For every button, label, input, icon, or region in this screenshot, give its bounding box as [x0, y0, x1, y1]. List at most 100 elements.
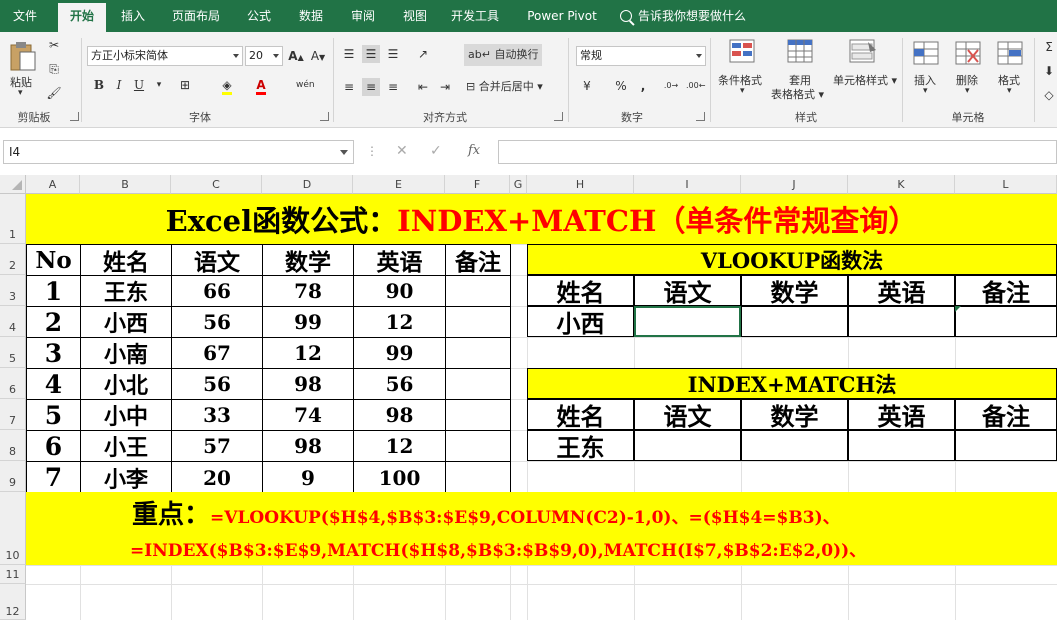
- lookup-header-cell[interactable]: 姓名: [527, 399, 634, 430]
- delete-cells-icon[interactable]: [954, 40, 982, 66]
- lookup-name-cell[interactable]: 王东: [527, 430, 634, 461]
- tab-home[interactable]: 开始: [58, 3, 106, 32]
- lookup-result-cell[interactable]: [848, 430, 955, 461]
- table-cell[interactable]: 67: [172, 338, 263, 369]
- column-header-i[interactable]: I: [634, 175, 741, 194]
- align-center-icon[interactable]: ≡: [362, 78, 380, 96]
- tab-view[interactable]: 视图: [394, 0, 436, 32]
- lookup-result-cell[interactable]: [741, 306, 848, 337]
- borders-icon[interactable]: ⊞: [176, 76, 194, 94]
- table-cell[interactable]: 98: [263, 431, 354, 462]
- table-cell[interactable]: [446, 307, 510, 338]
- table-cell[interactable]: 12: [263, 338, 354, 369]
- lookup-header-cell[interactable]: 英语: [848, 399, 955, 430]
- name-box[interactable]: I4: [3, 140, 354, 164]
- column-header-f[interactable]: F: [445, 175, 510, 194]
- cut-icon[interactable]: ✂: [45, 36, 63, 54]
- tab-developer[interactable]: 开发工具: [444, 0, 506, 32]
- format-cells-icon[interactable]: [996, 40, 1024, 66]
- tab-power-pivot[interactable]: Power Pivot: [520, 0, 604, 32]
- decrease-decimal-icon[interactable]: .00←: [686, 77, 705, 95]
- format-as-table-label-2[interactable]: 表格格式 ▾: [771, 86, 824, 102]
- tab-review[interactable]: 审阅: [342, 0, 384, 32]
- table-header-cell[interactable]: 姓名: [81, 245, 172, 276]
- tab-file[interactable]: 文件: [0, 0, 50, 32]
- decrease-font-icon[interactable]: A▼: [309, 47, 327, 65]
- table-cell[interactable]: 12: [354, 431, 446, 462]
- increase-decimal-icon[interactable]: .0→: [662, 77, 680, 95]
- table-header-cell[interactable]: 语文: [172, 245, 263, 276]
- lookup-header-cell[interactable]: 备注: [955, 399, 1057, 430]
- row-header-1[interactable]: 1: [0, 194, 26, 244]
- row-header-2[interactable]: 2: [0, 244, 26, 275]
- table-cell[interactable]: [446, 338, 510, 369]
- table-header-cell[interactable]: 备注: [446, 245, 510, 276]
- orientation-icon[interactable]: ↗: [414, 45, 432, 63]
- autosum-icon[interactable]: Σ: [1040, 38, 1057, 56]
- table-cell[interactable]: 33: [172, 400, 263, 431]
- comma-button[interactable]: ,: [634, 77, 652, 95]
- chevron-down-icon[interactable]: ▾: [740, 86, 745, 96]
- chevron-down-icon[interactable]: ▾: [1007, 86, 1012, 96]
- table-cell[interactable]: 小西: [81, 307, 172, 338]
- cancel-icon[interactable]: ✕: [396, 143, 408, 159]
- lookup-header-cell[interactable]: 备注: [955, 275, 1057, 306]
- lookup-result-cell[interactable]: [634, 430, 741, 461]
- format-as-table-icon[interactable]: [786, 38, 816, 66]
- copy-icon[interactable]: ⎘: [45, 60, 63, 78]
- table-cell[interactable]: 小李: [81, 462, 172, 493]
- table-cell[interactable]: 98: [263, 369, 354, 400]
- lookup-result-cell[interactable]: [955, 430, 1057, 461]
- column-header-k[interactable]: K: [848, 175, 955, 194]
- table-cell[interactable]: [446, 276, 510, 307]
- number-format-select[interactable]: 常规: [576, 46, 706, 66]
- tab-insert[interactable]: 插入: [112, 0, 154, 32]
- column-header-g[interactable]: G: [510, 175, 527, 194]
- fill-icon[interactable]: ⬇: [1040, 62, 1057, 80]
- number-launcher-icon[interactable]: [696, 112, 705, 121]
- lookup-header-cell[interactable]: 姓名: [527, 275, 634, 306]
- table-cell[interactable]: 9: [263, 462, 354, 493]
- insert-function-button[interactable]: fx: [468, 143, 480, 158]
- merge-center-button[interactable]: ⊟ 合并后居中 ▾: [466, 78, 543, 96]
- table-cell[interactable]: [446, 400, 510, 431]
- row-header-3[interactable]: 3: [0, 275, 26, 306]
- table-cell[interactable]: 6: [27, 431, 81, 462]
- table-cell[interactable]: 5: [27, 400, 81, 431]
- table-header-cell[interactable]: No: [27, 245, 81, 276]
- table-cell[interactable]: 1: [27, 276, 81, 307]
- cell-styles-icon[interactable]: [848, 38, 878, 66]
- underline-button[interactable]: U: [130, 76, 148, 94]
- table-cell[interactable]: [446, 462, 510, 493]
- currency-icon[interactable]: ¥: [578, 77, 596, 95]
- tab-page-layout[interactable]: 页面布局: [164, 0, 228, 32]
- enter-icon[interactable]: ✓: [430, 143, 442, 159]
- select-all-button[interactable]: [0, 175, 26, 194]
- clear-icon[interactable]: ◇: [1040, 86, 1057, 104]
- align-right-icon[interactable]: ≡: [384, 78, 402, 96]
- paste-icon[interactable]: [8, 40, 38, 72]
- table-cell[interactable]: 74: [263, 400, 354, 431]
- table-header-cell[interactable]: 英语: [354, 245, 446, 276]
- italic-button[interactable]: I: [110, 76, 128, 94]
- column-header-a[interactable]: A: [26, 175, 80, 194]
- lookup-header-cell[interactable]: 数学: [741, 275, 848, 306]
- underline-dropdown-icon[interactable]: ▾: [150, 76, 168, 94]
- font-launcher-icon[interactable]: [320, 112, 329, 121]
- column-header-e[interactable]: E: [353, 175, 445, 194]
- clipboard-launcher-icon[interactable]: [70, 112, 79, 121]
- align-top-icon[interactable]: ☰: [340, 45, 358, 63]
- table-cell[interactable]: 20: [172, 462, 263, 493]
- align-bottom-icon[interactable]: ☰: [384, 45, 402, 63]
- chevron-down-icon[interactable]: ▾: [923, 86, 928, 96]
- chevron-down-icon[interactable]: ▾: [965, 86, 970, 96]
- percent-button[interactable]: %: [612, 77, 630, 95]
- table-cell[interactable]: 小南: [81, 338, 172, 369]
- increase-indent-icon[interactable]: ⇥: [436, 78, 454, 96]
- column-header-h[interactable]: H: [527, 175, 634, 194]
- table-cell[interactable]: 56: [354, 369, 446, 400]
- column-header-b[interactable]: B: [80, 175, 171, 194]
- wrap-text-button[interactable]: ab↵ 自动换行: [464, 44, 542, 66]
- conditional-formatting-icon[interactable]: [728, 38, 758, 66]
- sheet-title[interactable]: Excel函数公式： INDEX+MATCH（单条件常规查询）: [26, 194, 1057, 244]
